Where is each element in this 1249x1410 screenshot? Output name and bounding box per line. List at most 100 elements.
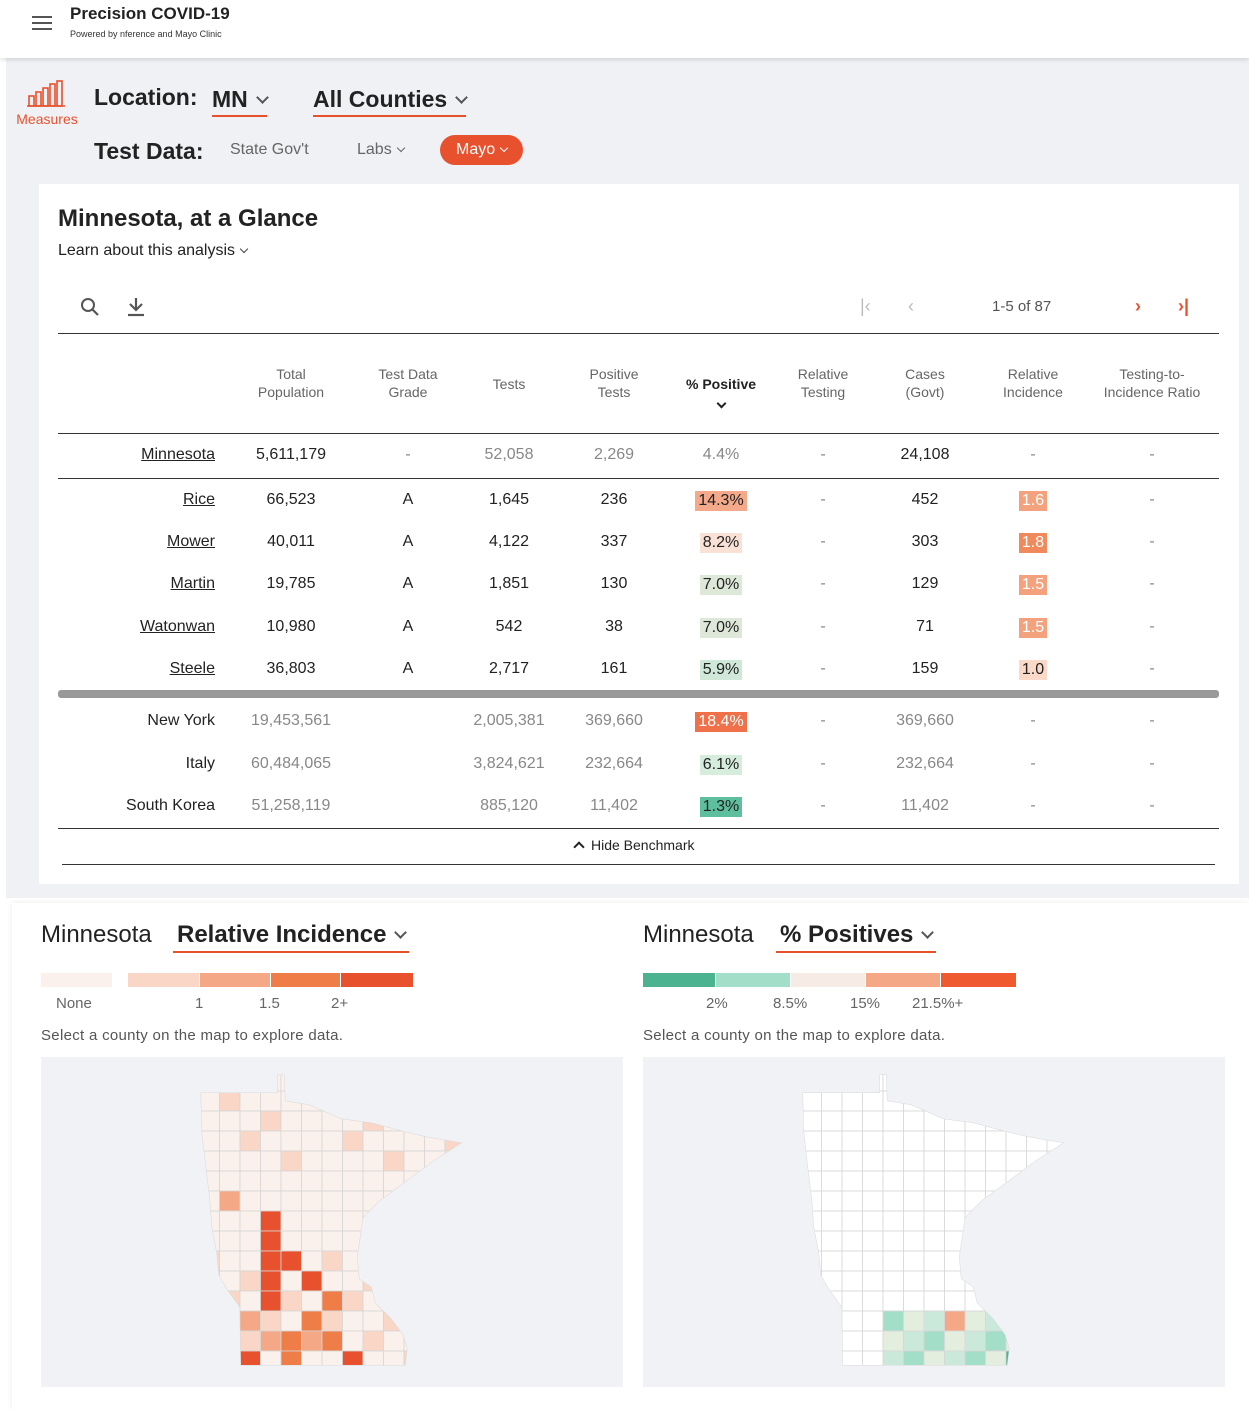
county-shape[interactable] [985,1071,1007,1092]
county-shape[interactable] [403,1190,425,1212]
county-shape[interactable] [944,1110,966,1132]
county-shape[interactable] [424,1230,446,1252]
county-shape[interactable] [219,1270,241,1292]
county-shape[interactable] [444,1310,466,1332]
county-shape[interactable] [841,1190,863,1212]
county-shape[interactable] [1046,1090,1068,1112]
county-shape[interactable] [301,1150,323,1172]
county-shape[interactable] [801,1210,822,1232]
county-shape[interactable] [964,1190,986,1212]
county-shape[interactable] [362,1170,384,1192]
county-shape[interactable] [944,1130,966,1152]
county-shape[interactable] [903,1130,925,1152]
county-shape[interactable] [821,1210,843,1232]
county-shape[interactable] [383,1230,405,1252]
county-shape[interactable] [1005,1290,1027,1312]
county-shape[interactable] [801,1110,822,1132]
county-shape[interactable] [882,1270,904,1292]
county-shape[interactable] [1046,1190,1068,1212]
county-shape[interactable] [903,1110,925,1132]
county-shape[interactable] [1005,1090,1027,1112]
county-shape[interactable] [239,1170,261,1192]
county-shape[interactable] [862,1250,884,1272]
county-shape[interactable] [342,1290,364,1312]
county-shape[interactable] [362,1190,384,1212]
county-shape[interactable] [321,1190,343,1212]
county-shape[interactable] [862,1190,884,1212]
county-shape[interactable] [239,1310,261,1332]
county-shape[interactable] [321,1350,343,1371]
county-shape[interactable] [821,1310,843,1332]
county-shape[interactable] [821,1230,843,1252]
county-shape[interactable] [362,1230,384,1252]
county-shape[interactable] [260,1110,282,1132]
county-shape[interactable] [1005,1110,1027,1132]
county-shape[interactable] [964,1170,986,1192]
county-shape[interactable] [342,1110,364,1132]
county-shape[interactable] [964,1270,986,1292]
county-shape[interactable] [260,1330,282,1352]
county-shape[interactable] [239,1110,261,1132]
county-shape[interactable] [964,1250,986,1272]
county-shape[interactable] [944,1350,966,1371]
county-shape[interactable] [424,1110,446,1132]
county-shape[interactable] [1026,1310,1048,1332]
county-shape[interactable] [383,1170,405,1192]
county-shape[interactable] [260,1090,282,1112]
county-shape[interactable] [342,1330,364,1352]
county-shape[interactable] [801,1170,822,1192]
left-measure-select[interactable]: Relative Incidence [173,921,410,953]
test-option-state-govt[interactable]: State Gov't [230,141,309,159]
county-shape[interactable] [424,1290,446,1312]
county-shape[interactable] [903,1210,925,1232]
county-shape[interactable] [342,1150,364,1172]
county-shape[interactable] [280,1250,302,1272]
county-shape[interactable] [964,1110,986,1132]
county-shape[interactable] [862,1270,884,1292]
county-shape[interactable] [383,1071,405,1092]
county-shape[interactable] [882,1090,904,1112]
test-option-labs[interactable]: Labs [357,141,405,159]
county-shape[interactable] [444,1230,466,1252]
county-shape[interactable] [821,1090,843,1112]
county-shape[interactable] [444,1330,466,1352]
hamburger-menu-icon[interactable] [32,16,52,32]
county-shape[interactable] [1026,1130,1048,1152]
county-shape[interactable] [199,1110,220,1132]
county-shape[interactable] [301,1090,323,1112]
county-shape[interactable] [342,1170,364,1192]
county-shape[interactable] [944,1310,966,1332]
county-shape[interactable] [801,1330,822,1352]
county-shape[interactable] [321,1170,343,1192]
county-shape[interactable] [239,1090,261,1112]
county-link[interactable]: Minnesota [55,446,215,464]
county-shape[interactable] [841,1230,863,1252]
county-shape[interactable] [985,1130,1007,1152]
county-shape[interactable] [321,1130,343,1152]
county-shape[interactable] [821,1190,843,1212]
county-shape[interactable] [1005,1210,1027,1232]
county-shape[interactable] [403,1090,425,1112]
county-shape[interactable] [342,1190,364,1212]
county-shape[interactable] [403,1270,425,1292]
county-shape[interactable] [444,1170,466,1192]
county-shape[interactable] [964,1310,986,1332]
county-shape[interactable] [403,1230,425,1252]
county-shape[interactable] [923,1270,945,1292]
county-shape[interactable] [862,1350,884,1371]
county-shape[interactable] [260,1290,282,1312]
county-shape[interactable] [862,1110,884,1132]
first-page-icon[interactable]: |‹ [860,296,871,317]
county-shape[interactable] [321,1110,343,1132]
county-shape[interactable] [301,1250,323,1272]
county-shape[interactable] [862,1090,884,1112]
county-shape[interactable] [424,1150,446,1172]
county-shape[interactable] [801,1250,822,1272]
county-shape[interactable] [342,1310,364,1332]
county-shape[interactable] [424,1270,446,1292]
county-shape[interactable] [1046,1310,1068,1332]
county-shape[interactable] [280,1071,302,1092]
county-shape[interactable] [342,1090,364,1112]
county-shape[interactable] [923,1190,945,1212]
county-shape[interactable] [199,1350,220,1371]
